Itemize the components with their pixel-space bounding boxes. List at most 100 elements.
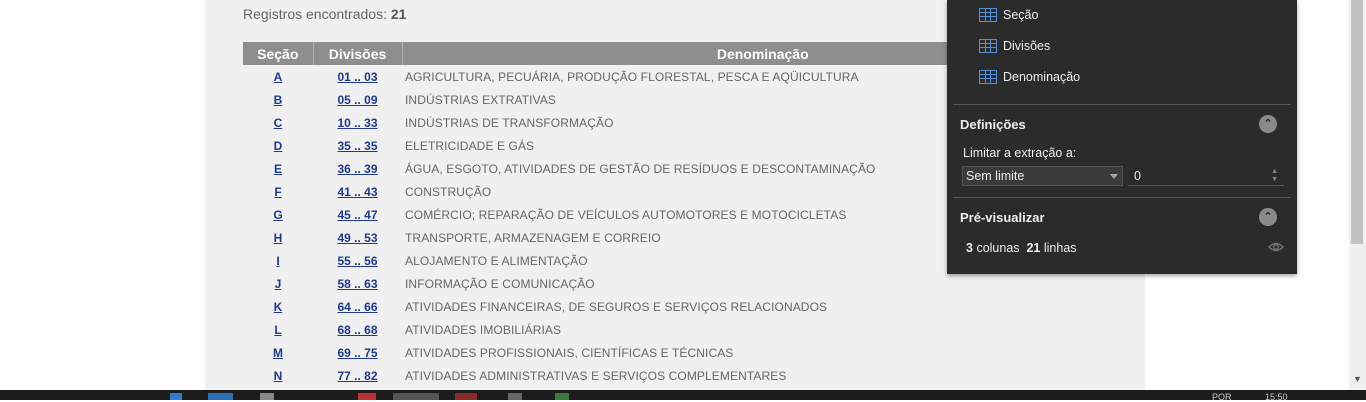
taskbar-language[interactable]: POR bbox=[1212, 392, 1232, 402]
taskbar-app-icon[interactable] bbox=[455, 393, 477, 400]
table-row: N 77 .. 82 ATIVIDADES ADMINISTRATIVAS E SE… bbox=[243, 364, 1123, 387]
taskbar-app-icon[interactable] bbox=[358, 393, 376, 400]
cell-divisoes: 45 .. 47 bbox=[313, 203, 402, 226]
eye-icon[interactable] bbox=[1268, 240, 1284, 254]
taskbar-active-app-icon[interactable] bbox=[393, 393, 439, 400]
definitions-title: Definições bbox=[960, 117, 1026, 132]
collapse-definitions-button[interactable]: ⌃ bbox=[1259, 115, 1277, 133]
table-column-icon bbox=[979, 39, 997, 53]
divisoes-link[interactable]: 69 .. 75 bbox=[337, 346, 377, 360]
secao-link[interactable]: I bbox=[276, 254, 279, 268]
cell-divisoes: 05 .. 09 bbox=[313, 88, 402, 111]
column-item-label: Denominação bbox=[1003, 70, 1081, 84]
taskbar-app-icon[interactable] bbox=[508, 393, 522, 400]
column-item-divisoes[interactable]: Divisões bbox=[979, 37, 1050, 55]
vertical-scrollbar[interactable]: ▼ bbox=[1349, 0, 1366, 390]
divisoes-link[interactable]: 58 .. 63 bbox=[337, 277, 377, 291]
taskbar: POR 15:50 bbox=[0, 390, 1366, 402]
secao-link[interactable]: F bbox=[274, 185, 281, 199]
divisoes-link[interactable]: 45 .. 47 bbox=[337, 208, 377, 222]
cell-secao: H bbox=[243, 226, 313, 249]
secao-link[interactable]: G bbox=[273, 208, 282, 222]
cell-secao: K bbox=[243, 295, 313, 318]
chevron-down-icon bbox=[1110, 174, 1118, 179]
table-column-icon bbox=[979, 70, 997, 84]
limit-number-input[interactable]: 0 ▲ ▼ bbox=[1128, 166, 1284, 186]
cell-secao: E bbox=[243, 157, 313, 180]
divisoes-link[interactable]: 64 .. 66 bbox=[337, 300, 377, 314]
cell-secao: F bbox=[243, 180, 313, 203]
divisoes-link[interactable]: 55 .. 56 bbox=[337, 254, 377, 268]
preview-columns-count: 3 bbox=[966, 241, 973, 255]
column-item-secao[interactable]: Seção bbox=[979, 6, 1038, 24]
records-found: Registros encontrados: 21 bbox=[243, 6, 406, 22]
preview-summary: 3 colunas 21 linhas bbox=[966, 241, 1077, 255]
secao-link[interactable]: H bbox=[274, 231, 283, 245]
secao-link[interactable]: C bbox=[274, 116, 283, 130]
cell-secao: L bbox=[243, 318, 313, 341]
table-row: J 58 .. 63 INFORMAÇÃO E COMUNICAÇÃO bbox=[243, 272, 1123, 295]
column-item-denominacao[interactable]: Denominação bbox=[979, 68, 1080, 86]
taskbar-app-icon[interactable] bbox=[555, 393, 569, 400]
divisoes-link[interactable]: 05 .. 09 bbox=[337, 93, 377, 107]
cell-secao: D bbox=[243, 134, 313, 157]
secao-link[interactable]: K bbox=[274, 300, 283, 314]
divisoes-link[interactable]: 36 .. 39 bbox=[337, 162, 377, 176]
secao-link[interactable]: A bbox=[274, 70, 283, 84]
secao-link[interactable]: N bbox=[274, 369, 283, 383]
taskbar-app-icon[interactable] bbox=[170, 393, 182, 400]
taskbar-app-icon[interactable] bbox=[260, 393, 274, 400]
divisoes-link[interactable]: 01 .. 03 bbox=[337, 70, 377, 84]
divisoes-link[interactable]: 68 .. 68 bbox=[337, 323, 377, 337]
secao-link[interactable]: J bbox=[275, 277, 282, 291]
divisoes-link[interactable]: 49 .. 53 bbox=[337, 231, 377, 245]
preview-columns-word: colunas bbox=[976, 241, 1020, 255]
cell-divisoes: 10 .. 33 bbox=[313, 111, 402, 134]
scrollbar-thumb[interactable] bbox=[1351, 0, 1363, 244]
limit-select[interactable]: Sem limite bbox=[962, 166, 1123, 186]
extraction-side-panel: Seção Divisões Denominação Definições ⌃ … bbox=[947, 0, 1297, 274]
cell-secao: M bbox=[243, 341, 313, 364]
collapse-preview-button[interactable]: ⌃ bbox=[1259, 208, 1277, 226]
cell-denominacao: ATIVIDADES IMOBILIÁRIAS bbox=[405, 322, 562, 337]
divisoes-link[interactable]: 35 .. 35 bbox=[337, 139, 377, 153]
taskbar-app-icon[interactable] bbox=[208, 393, 233, 400]
cell-denominacao: ATIVIDADES ADMINISTRATIVAS E SERVIÇOS CO… bbox=[405, 368, 787, 383]
spinner-arrows-icon[interactable]: ▲ ▼ bbox=[1271, 168, 1278, 184]
scroll-down-arrow-icon[interactable]: ▼ bbox=[1353, 374, 1362, 384]
divisoes-link[interactable]: 10 .. 33 bbox=[337, 116, 377, 130]
cell-divisoes: 35 .. 35 bbox=[313, 134, 402, 157]
cell-divisoes: 64 .. 66 bbox=[313, 295, 402, 318]
preview-title: Pré-visualizar bbox=[960, 210, 1045, 225]
taskbar-clock[interactable]: 15:50 bbox=[1265, 392, 1288, 402]
column-item-label: Divisões bbox=[1003, 39, 1051, 53]
divisoes-link[interactable]: 77 .. 82 bbox=[337, 369, 377, 383]
cell-divisoes: 69 .. 75 bbox=[313, 341, 402, 364]
secao-link[interactable]: L bbox=[274, 323, 281, 337]
header-divisoes[interactable]: Divisões bbox=[313, 42, 403, 65]
cell-divisoes: 77 .. 82 bbox=[313, 364, 402, 387]
cell-secao: J bbox=[243, 272, 313, 295]
cell-secao: I bbox=[243, 249, 313, 272]
limit-number-value: 0 bbox=[1134, 169, 1141, 183]
cell-divisoes: 68 .. 68 bbox=[313, 318, 402, 341]
secao-link[interactable]: D bbox=[274, 139, 283, 153]
cell-divisoes: 55 .. 56 bbox=[313, 249, 402, 272]
cell-denominacao: ATIVIDADES PROFISSIONAIS, CIENTÍFICAS E … bbox=[405, 345, 734, 360]
column-item-label: Seção bbox=[1003, 8, 1039, 22]
header-secao[interactable]: Seção bbox=[243, 42, 314, 65]
preview-rows-word: linhas bbox=[1043, 241, 1077, 255]
cell-secao: A bbox=[243, 65, 313, 88]
secao-link[interactable]: B bbox=[274, 93, 283, 107]
cell-secao: G bbox=[243, 203, 313, 226]
table-column-icon bbox=[979, 8, 997, 22]
table-row: K 64 .. 66 ATIVIDADES FINANCEIRAS, DE SEGU… bbox=[243, 295, 1123, 318]
divisoes-link[interactable]: 41 .. 43 bbox=[337, 185, 377, 199]
cell-divisoes: 01 .. 03 bbox=[313, 65, 402, 88]
secao-link[interactable]: E bbox=[274, 162, 282, 176]
preview-rows-count: 21 bbox=[1026, 241, 1041, 255]
cell-divisoes: 41 .. 43 bbox=[313, 180, 402, 203]
cell-secao: N bbox=[243, 364, 313, 387]
cell-denominacao: ATIVIDADES FINANCEIRAS, DE SEGUROS E SER… bbox=[405, 299, 828, 314]
secao-link[interactable]: M bbox=[273, 346, 283, 360]
